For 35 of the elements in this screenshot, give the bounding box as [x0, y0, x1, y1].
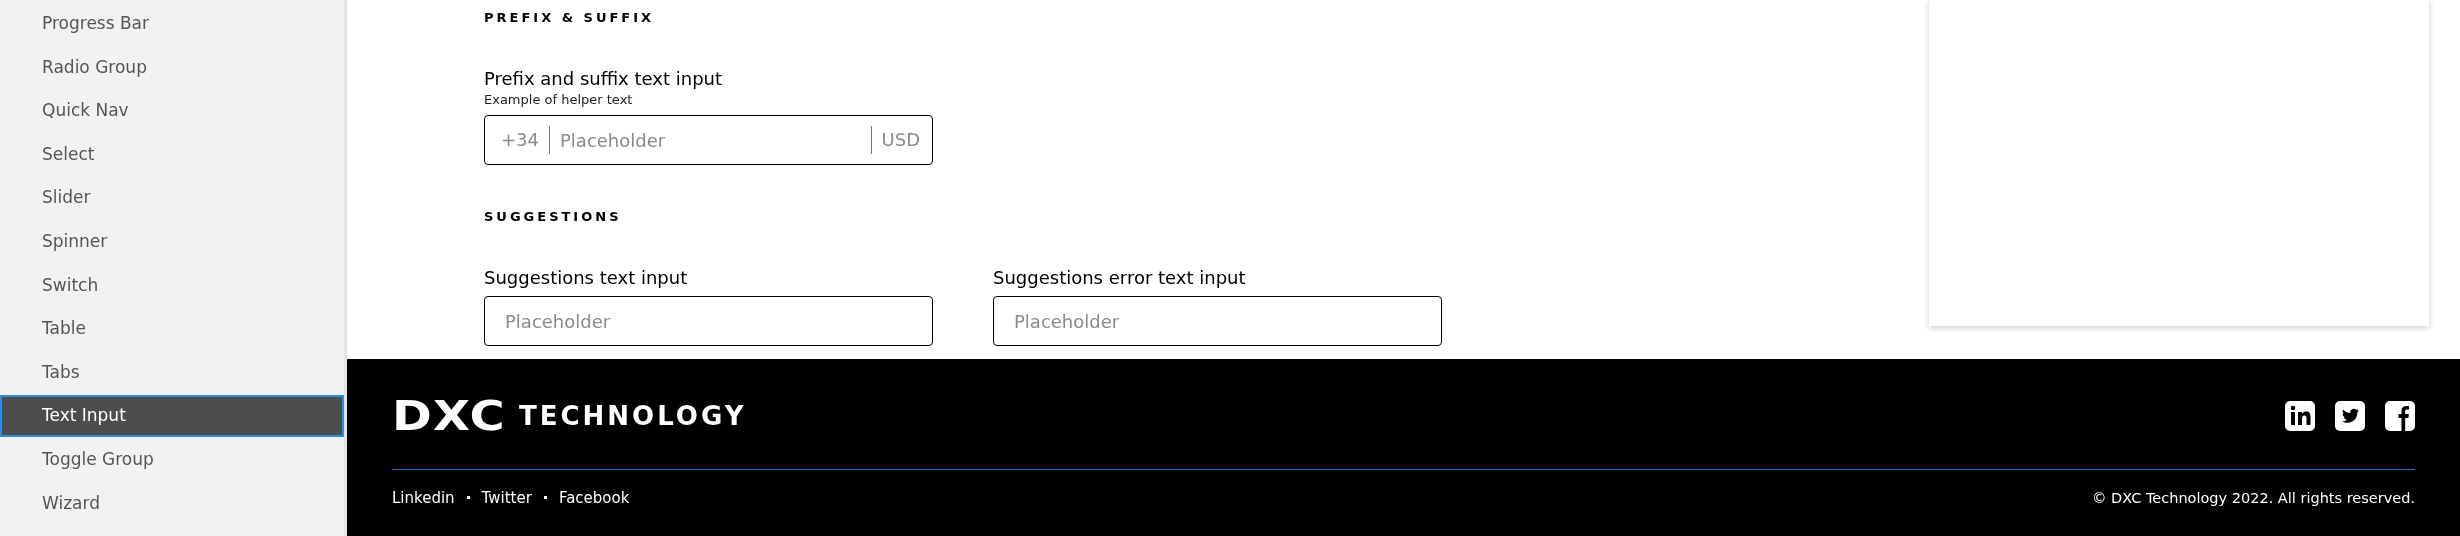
suffix-text: USD	[870, 126, 920, 154]
text-input[interactable]: Placeholder	[558, 129, 871, 151]
text-input[interactable]: Placeholder	[503, 310, 920, 332]
field-label: Suggestions error text input	[993, 267, 1247, 288]
prefix-text: +34	[501, 126, 550, 154]
sidebar-item[interactable]: Quick Nav	[0, 90, 344, 132]
facebook-icon[interactable]	[2385, 401, 2415, 431]
copyright-text: © DXC Technology 2022. All rights reserved.	[2092, 489, 2415, 506]
text-input[interactable]: Placeholder	[1012, 310, 1429, 332]
sidebar-item[interactable]: Progress Bar	[0, 3, 344, 45]
sidebar-item[interactable]: Table	[0, 308, 344, 350]
footer-link[interactable]: Twitter	[481, 488, 532, 507]
sidebar-item[interactable]: Text Input	[0, 395, 344, 437]
text-input-field[interactable]: Placeholder	[484, 296, 933, 346]
sidebar-item[interactable]: Switch	[0, 264, 344, 307]
field-label: Suggestions text input	[484, 267, 689, 288]
section-heading: SUGGESTIONS	[484, 209, 623, 226]
sidebar-item[interactable]: Toggle Group	[0, 438, 344, 481]
section-heading: PREFIX & SUFFIX	[484, 10, 656, 27]
sidebar-item[interactable]: Spinner	[0, 220, 344, 263]
text-input-field[interactable]: +34 Placeholder USD	[484, 115, 933, 165]
footer-link[interactable]: Facebook	[558, 488, 630, 507]
logo-wordmark: TECHNOLOGY	[519, 401, 747, 431]
sidebar-item[interactable]: Wizard	[0, 482, 344, 525]
helper-text: Example of helper text	[484, 92, 634, 107]
sidebar-item[interactable]: Radio Group	[0, 46, 344, 89]
field-label: Prefix and suffix text input	[484, 68, 724, 89]
linkedin-icon[interactable]	[2285, 401, 2315, 431]
sidebar-item[interactable]: Select	[0, 133, 344, 176]
bird-icon[interactable]	[2335, 401, 2365, 431]
logo-mark: DXC	[392, 393, 506, 439]
sidebar-item[interactable]: Tabs	[0, 351, 344, 394]
sidebar-item[interactable]: Slider	[0, 177, 344, 219]
text-input-field[interactable]: Placeholder	[993, 296, 1442, 346]
footer-link[interactable]: Linkedin	[392, 488, 455, 507]
